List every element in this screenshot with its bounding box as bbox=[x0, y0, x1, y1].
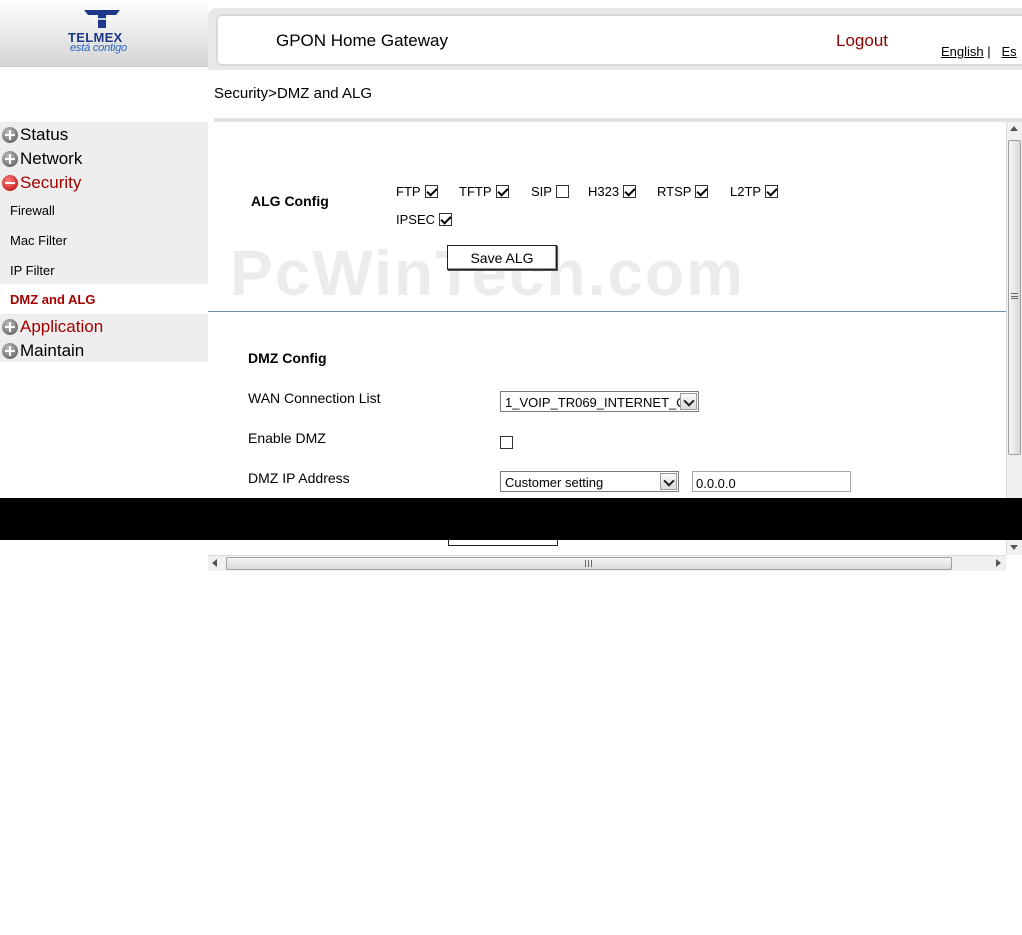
alg-sip-label: SIP bbox=[531, 184, 552, 199]
collapse-minus-icon bbox=[2, 175, 18, 191]
telmex-logo-icon bbox=[84, 10, 120, 28]
scroll-grip-icon bbox=[585, 560, 592, 567]
sidebar-subitem-firewall[interactable]: Firewall bbox=[10, 203, 55, 218]
wan-connection-value: 1_VOIP_TR069_INTERNET_O bbox=[505, 395, 687, 410]
scroll-right-arrow-icon[interactable] bbox=[996, 559, 1001, 567]
sidebar-item-label: Status bbox=[20, 125, 69, 144]
sidebar-item-security[interactable]: Security bbox=[2, 172, 81, 194]
gateway-title: GPON Home Gateway bbox=[276, 31, 448, 50]
chevron-down-icon bbox=[660, 473, 677, 490]
enable-dmz-label: Enable DMZ bbox=[248, 430, 326, 446]
alg-tftp-checkbox[interactable] bbox=[495, 185, 509, 198]
scroll-left-arrow-icon[interactable] bbox=[212, 559, 217, 567]
black-overlay-band bbox=[0, 498, 1022, 540]
alg-tftp-label: TFTP bbox=[459, 184, 492, 199]
breadcrumb: Security>DMZ and ALG bbox=[214, 85, 372, 102]
alg-h323-option[interactable]: H323 bbox=[588, 184, 637, 199]
alg-tftp-option[interactable]: TFTP bbox=[459, 184, 509, 199]
sidebar-item-label: Security bbox=[20, 173, 82, 192]
alg-rtsp-checkbox[interactable] bbox=[695, 185, 709, 198]
alg-sip-option[interactable]: SIP bbox=[531, 184, 569, 199]
sidebar-item-maintain[interactable]: Maintain bbox=[2, 340, 84, 362]
sidebar-subitem-dmz-alg[interactable]: DMZ and ALG bbox=[0, 284, 208, 314]
sidebar-item-network[interactable]: Network bbox=[2, 148, 82, 170]
alg-sip-checkbox[interactable] bbox=[555, 185, 569, 198]
chevron-down-icon bbox=[680, 393, 697, 410]
expand-plus-icon bbox=[2, 151, 18, 167]
lang-english-link[interactable]: English bbox=[941, 44, 984, 59]
alg-l2tp-label: L2TP bbox=[730, 184, 762, 199]
section-divider bbox=[208, 311, 1006, 312]
alg-l2tp-option[interactable]: L2TP bbox=[730, 184, 779, 199]
dmz-ip-mode-value: Customer setting bbox=[505, 475, 604, 490]
sidebar-item-status[interactable]: Status bbox=[2, 124, 68, 146]
alg-ipsec-label: IPSEC bbox=[396, 212, 436, 227]
scroll-up-arrow-icon[interactable] bbox=[1010, 126, 1018, 131]
dmz-ip-input[interactable] bbox=[692, 471, 851, 492]
alg-ipsec-option[interactable]: IPSEC bbox=[396, 212, 453, 227]
language-switch: English | Es bbox=[941, 44, 1017, 59]
alg-config-title: ALG Config bbox=[251, 193, 329, 209]
dmz-config-title: DMZ Config bbox=[248, 350, 327, 366]
alg-l2tp-checkbox[interactable] bbox=[765, 185, 779, 198]
scroll-down-arrow-icon[interactable] bbox=[1010, 545, 1018, 550]
alg-ftp-label: FTP bbox=[396, 184, 421, 199]
wan-connection-label: WAN Connection List bbox=[248, 390, 381, 406]
expand-plus-icon bbox=[2, 127, 18, 143]
sidebar-item-label: Application bbox=[20, 317, 104, 336]
brand-tagline: está contigo bbox=[70, 42, 127, 54]
sidebar-item-label: Network bbox=[20, 149, 83, 168]
alg-ftp-option[interactable]: FTP bbox=[396, 184, 438, 199]
alg-rtsp-option[interactable]: RTSP bbox=[657, 184, 709, 199]
logout-link[interactable]: Logout bbox=[836, 31, 888, 51]
expand-plus-icon bbox=[2, 319, 18, 335]
wan-connection-select[interactable]: 1_VOIP_TR069_INTERNET_O bbox=[500, 391, 699, 412]
apply-button-partial[interactable] bbox=[448, 540, 558, 546]
alg-ipsec-checkbox[interactable] bbox=[439, 213, 453, 226]
lang-separator: | bbox=[987, 44, 991, 59]
save-alg-button[interactable]: Save ALG bbox=[447, 245, 557, 270]
sidebar-item-label: Maintain bbox=[20, 341, 85, 360]
enable-dmz-checkbox[interactable] bbox=[500, 436, 513, 449]
expand-plus-icon bbox=[2, 343, 18, 359]
dmz-ip-mode-select[interactable]: Customer setting bbox=[500, 471, 679, 492]
content-frame bbox=[208, 122, 1022, 498]
sidebar-subitem-ip-filter[interactable]: IP Filter bbox=[10, 263, 55, 278]
alg-ftp-checkbox[interactable] bbox=[424, 185, 438, 198]
sidebar-subitem-mac-filter[interactable]: Mac Filter bbox=[10, 233, 67, 248]
sidebar-item-application[interactable]: Application bbox=[2, 316, 103, 338]
brand-logo: TELMEX está contigo bbox=[0, 0, 208, 67]
scroll-grip-icon bbox=[1011, 293, 1018, 299]
alg-h323-checkbox[interactable] bbox=[623, 185, 637, 198]
alg-h323-label: H323 bbox=[588, 184, 620, 199]
lang-spanish-link[interactable]: Es bbox=[1002, 44, 1017, 59]
sidebar-subitem-label: DMZ and ALG bbox=[10, 292, 96, 307]
alg-rtsp-label: RTSP bbox=[657, 184, 692, 199]
dmz-ip-label: DMZ IP Address bbox=[248, 470, 350, 486]
